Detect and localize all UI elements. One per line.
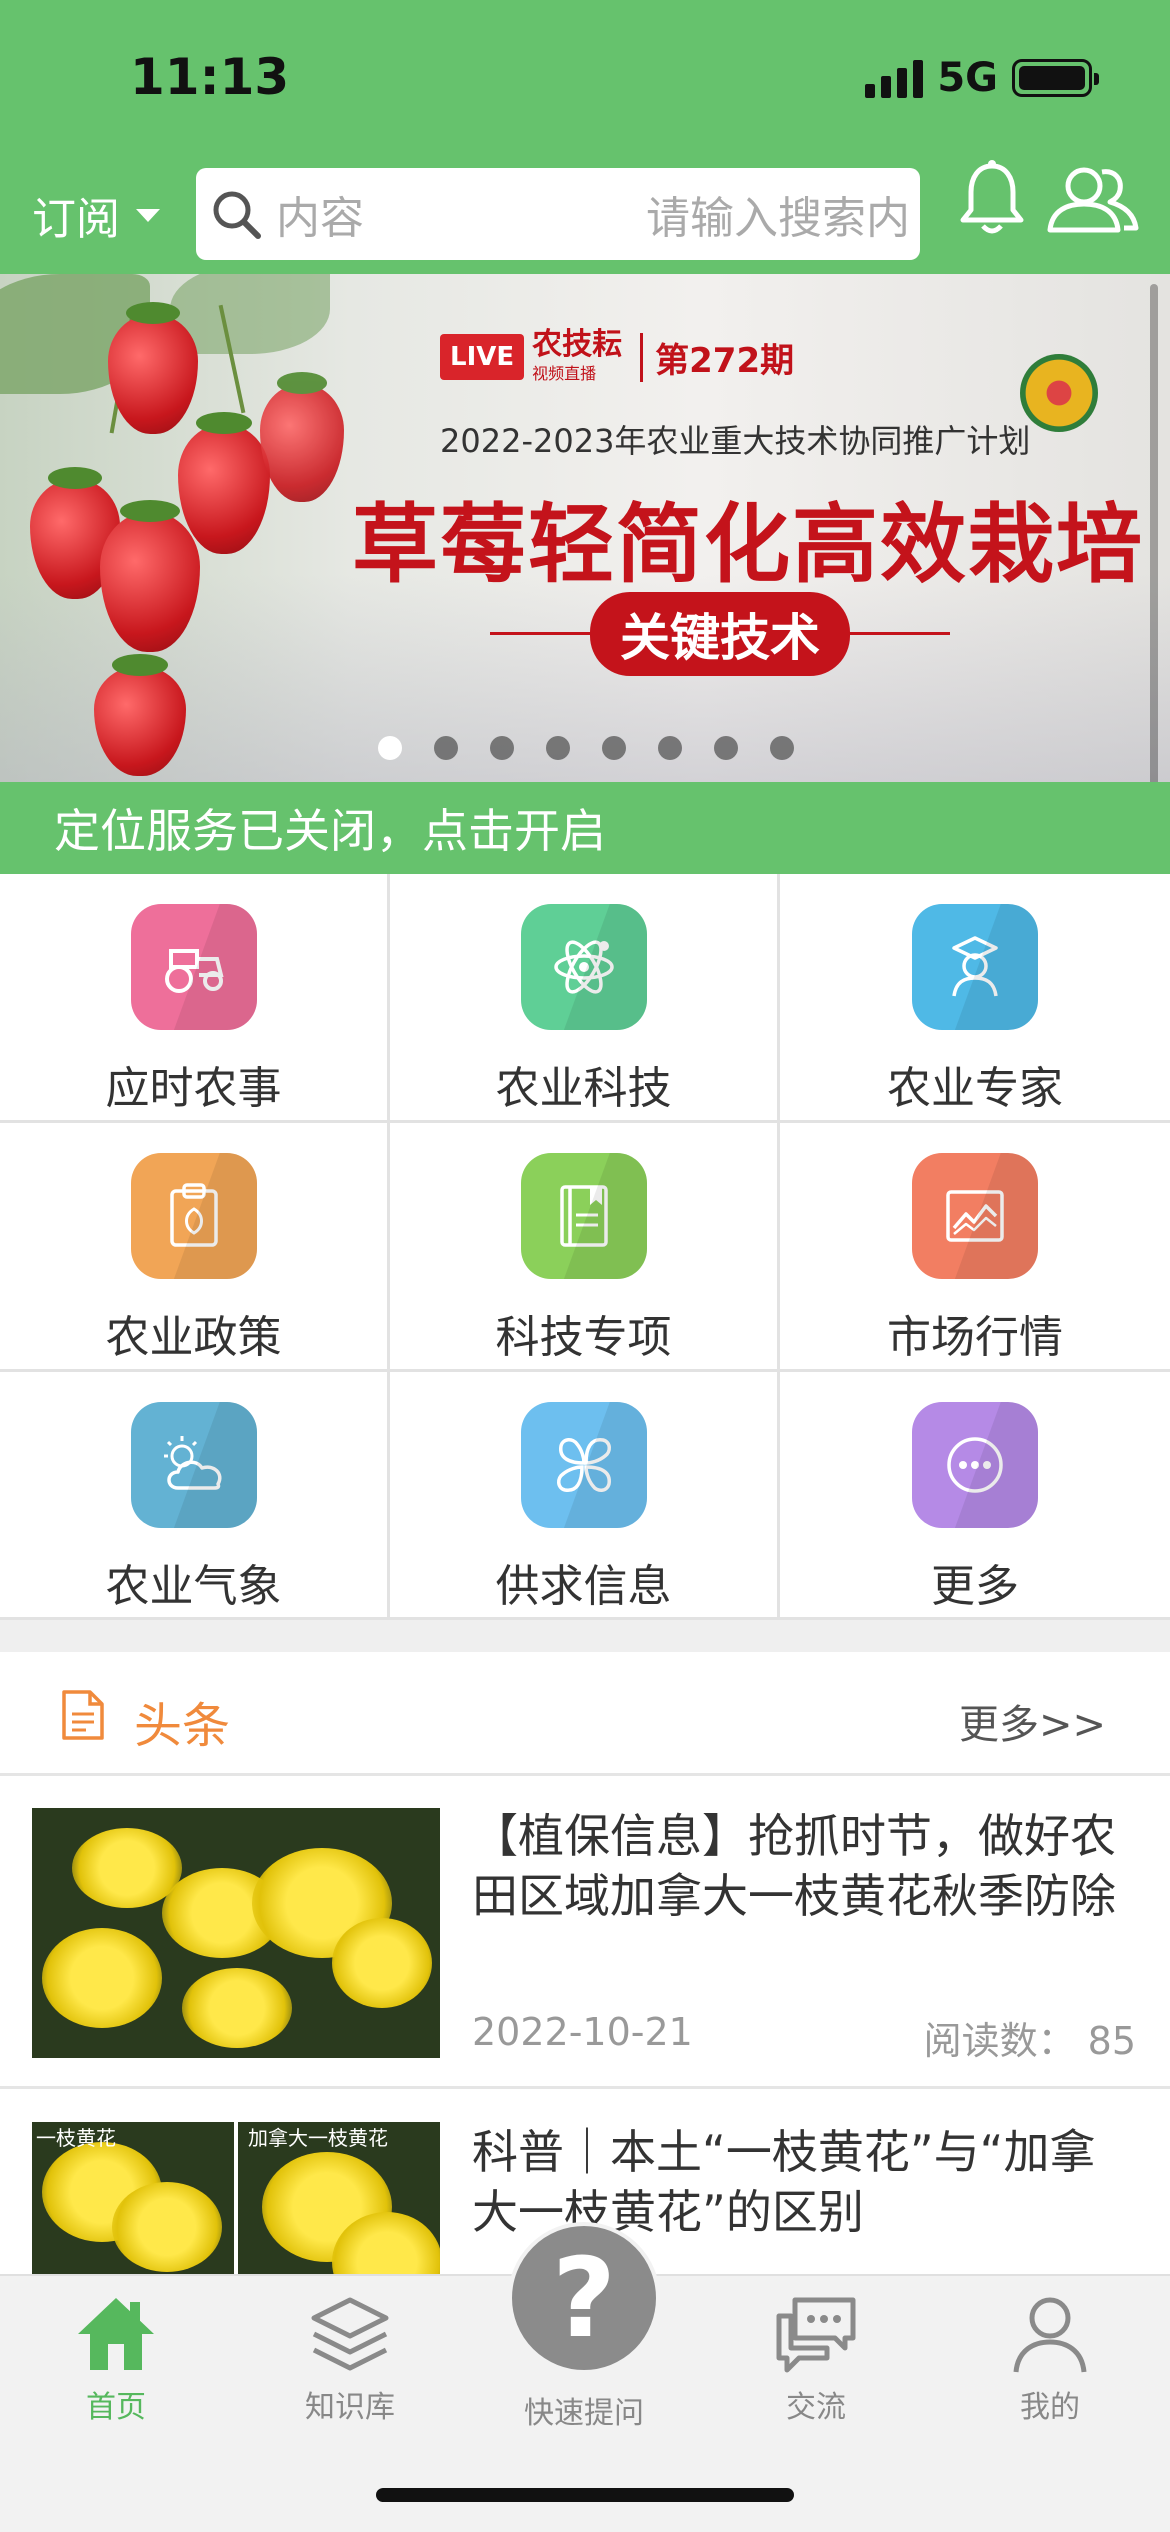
news-list: 【植保信息】抢抓时节，做好农田区域加拿大一枝黄花秋季防除 2022-10-21 … [0, 1776, 1170, 2274]
search-box[interactable]: 内容 请输入搜索内 [196, 168, 920, 260]
grid-item-label: 农业政策 [105, 1312, 282, 1363]
grid-item[interactable]: 农业科技 [390, 874, 780, 1123]
live-badge: LIVE 农技耘 视频直播 第272期 [440, 330, 794, 384]
chat-icon [776, 2297, 856, 2373]
grid-item-label: 农业气象 [105, 1561, 282, 1612]
location-notice[interactable]: 定位服务已关闭，点击开启 [0, 782, 1170, 874]
strawberry-image [178, 412, 270, 554]
network-label: 5G [937, 55, 998, 101]
subscribe-label: 订阅 [32, 194, 120, 245]
person-icon [1013, 2297, 1087, 2373]
live-tag: LIVE [440, 334, 525, 380]
grid-item[interactable]: 供求信息 [390, 1372, 780, 1620]
live-brand: 农技耘 [532, 327, 623, 362]
search-placeholder-left: 内容 [276, 193, 364, 244]
grid-item[interactable]: 农业专家 [780, 874, 1170, 1123]
grid-item[interactable]: 农业气象 [0, 1372, 390, 1620]
grid-item-label: 科技专项 [495, 1312, 672, 1363]
grid-item-label: 应时农事 [105, 1063, 282, 1114]
grid-item[interactable]: 农业政策 [0, 1123, 390, 1372]
carousel-dots[interactable] [378, 736, 794, 760]
tab-exchange[interactable]: 交流 [716, 2292, 916, 2452]
document-icon [60, 1688, 106, 1746]
news-more-link[interactable]: 更多>> [959, 1692, 1106, 1750]
carousel-dot[interactable] [714, 736, 738, 760]
chart-icon [912, 1153, 1038, 1279]
news-thumbnail [32, 1808, 440, 2058]
strawberry-image [108, 302, 198, 434]
tab-mine[interactable]: 我的 [950, 2292, 1150, 2452]
weather-icon [130, 1402, 257, 1528]
signal-icon [865, 58, 924, 98]
carousel-dot[interactable] [658, 736, 682, 760]
function-grid: 应时农事 农业科技 农业专家农业政策 科技专项 市场行情农业气象 供求信息 更多 [0, 874, 1170, 1620]
status-time: 11:13 [130, 48, 290, 106]
tab-quick-ask-label[interactable]: 快速提问 [484, 2388, 684, 2432]
news-date: 2022-10-21 [472, 2010, 693, 2054]
atom-icon [520, 904, 647, 1030]
status-indicators: 5G [865, 50, 1099, 106]
news-item[interactable]: 【植保信息】抢抓时节，做好农田区域加拿大一枝黄花秋季防除 2022-10-21 … [0, 1776, 1170, 2089]
carousel-dot[interactable] [546, 736, 570, 760]
strawberry-image [260, 372, 344, 502]
seal-logo [1020, 354, 1098, 432]
banner-key-label: 关键技术 [590, 592, 850, 676]
search-placeholder-right: 请输入搜索内 [646, 193, 910, 244]
tab-label: 知识库 [305, 2390, 395, 2425]
search-input[interactable]: 内容 请输入搜索内 [276, 168, 920, 260]
thumb-caption-right: 加拿大一枝黄花 [248, 2126, 388, 2150]
grid-item-label: 更多 [931, 1561, 1019, 1612]
clover-icon [520, 1402, 647, 1528]
expert-icon [912, 904, 1038, 1030]
tab-home[interactable]: 首页 [16, 2292, 216, 2452]
grid-item-label: 市场行情 [887, 1312, 1063, 1363]
home-icon [78, 2298, 154, 2370]
bell-icon[interactable] [958, 158, 1026, 242]
grid-item[interactable]: 更多 [780, 1372, 1170, 1620]
tab-label: 交流 [786, 2390, 846, 2425]
carousel-dot[interactable] [434, 736, 458, 760]
live-issue: 第272期 [640, 332, 794, 382]
grid-item[interactable]: 应时农事 [0, 874, 390, 1123]
carousel-dot[interactable] [602, 736, 626, 760]
caret-down-icon [136, 208, 160, 222]
news-section-title: 头条 [134, 1698, 231, 1754]
more-icon [912, 1402, 1038, 1528]
thumb-caption-left: 一枝黄花 [36, 2126, 116, 2150]
carousel-dot[interactable] [490, 736, 514, 760]
search-icon [196, 168, 276, 260]
live-brand-sub: 视频直播 [532, 364, 597, 383]
grid-item[interactable]: 市场行情 [780, 1123, 1170, 1372]
news-thumbnail: 一枝黄花 加拿大一枝黄花 [32, 2122, 440, 2274]
home-indicator [376, 2488, 794, 2502]
banner-subtitle: 2022-2023年农业重大技术协同推广计划 [440, 422, 1031, 460]
grid-item-label: 农业专家 [887, 1063, 1063, 1114]
news-header: 头条 更多>> [0, 1652, 1170, 1776]
tab-knowledge[interactable]: 知识库 [250, 2292, 450, 2452]
tab-label: 首页 [86, 2390, 146, 2425]
clipboard-icon [130, 1153, 257, 1279]
news-headline: 【植保信息】抢抓时节，做好农田区域加拿大一枝黄花秋季防除 [472, 1809, 1116, 1923]
battery-icon [1012, 59, 1099, 97]
grid-item-label: 农业科技 [495, 1063, 672, 1114]
layers-icon [311, 2297, 389, 2371]
question-icon[interactable]: ? [508, 2222, 660, 2374]
tab-label: 我的 [1020, 2390, 1080, 2425]
carousel-dot[interactable] [378, 736, 402, 760]
banner-title: 草莓轻简化高效栽培 [352, 495, 1144, 595]
grid-item[interactable]: 科技专项 [390, 1123, 780, 1372]
subscribe-dropdown[interactable]: 订阅 [32, 185, 160, 245]
header: 11:13 5G 订阅 内容 请输入搜索内 [0, 0, 1170, 274]
carousel-dot[interactable] [770, 736, 794, 760]
tractor-icon [130, 904, 257, 1030]
news-read-count: 阅读数： 85 [923, 2019, 1136, 2063]
promo-banner[interactable]: LIVE 农技耘 视频直播 第272期 2022-2023年农业重大技术协同推广… [0, 274, 1170, 782]
grid-item-label: 供求信息 [495, 1561, 672, 1612]
users-icon[interactable] [1044, 164, 1140, 240]
book-icon [520, 1153, 647, 1279]
